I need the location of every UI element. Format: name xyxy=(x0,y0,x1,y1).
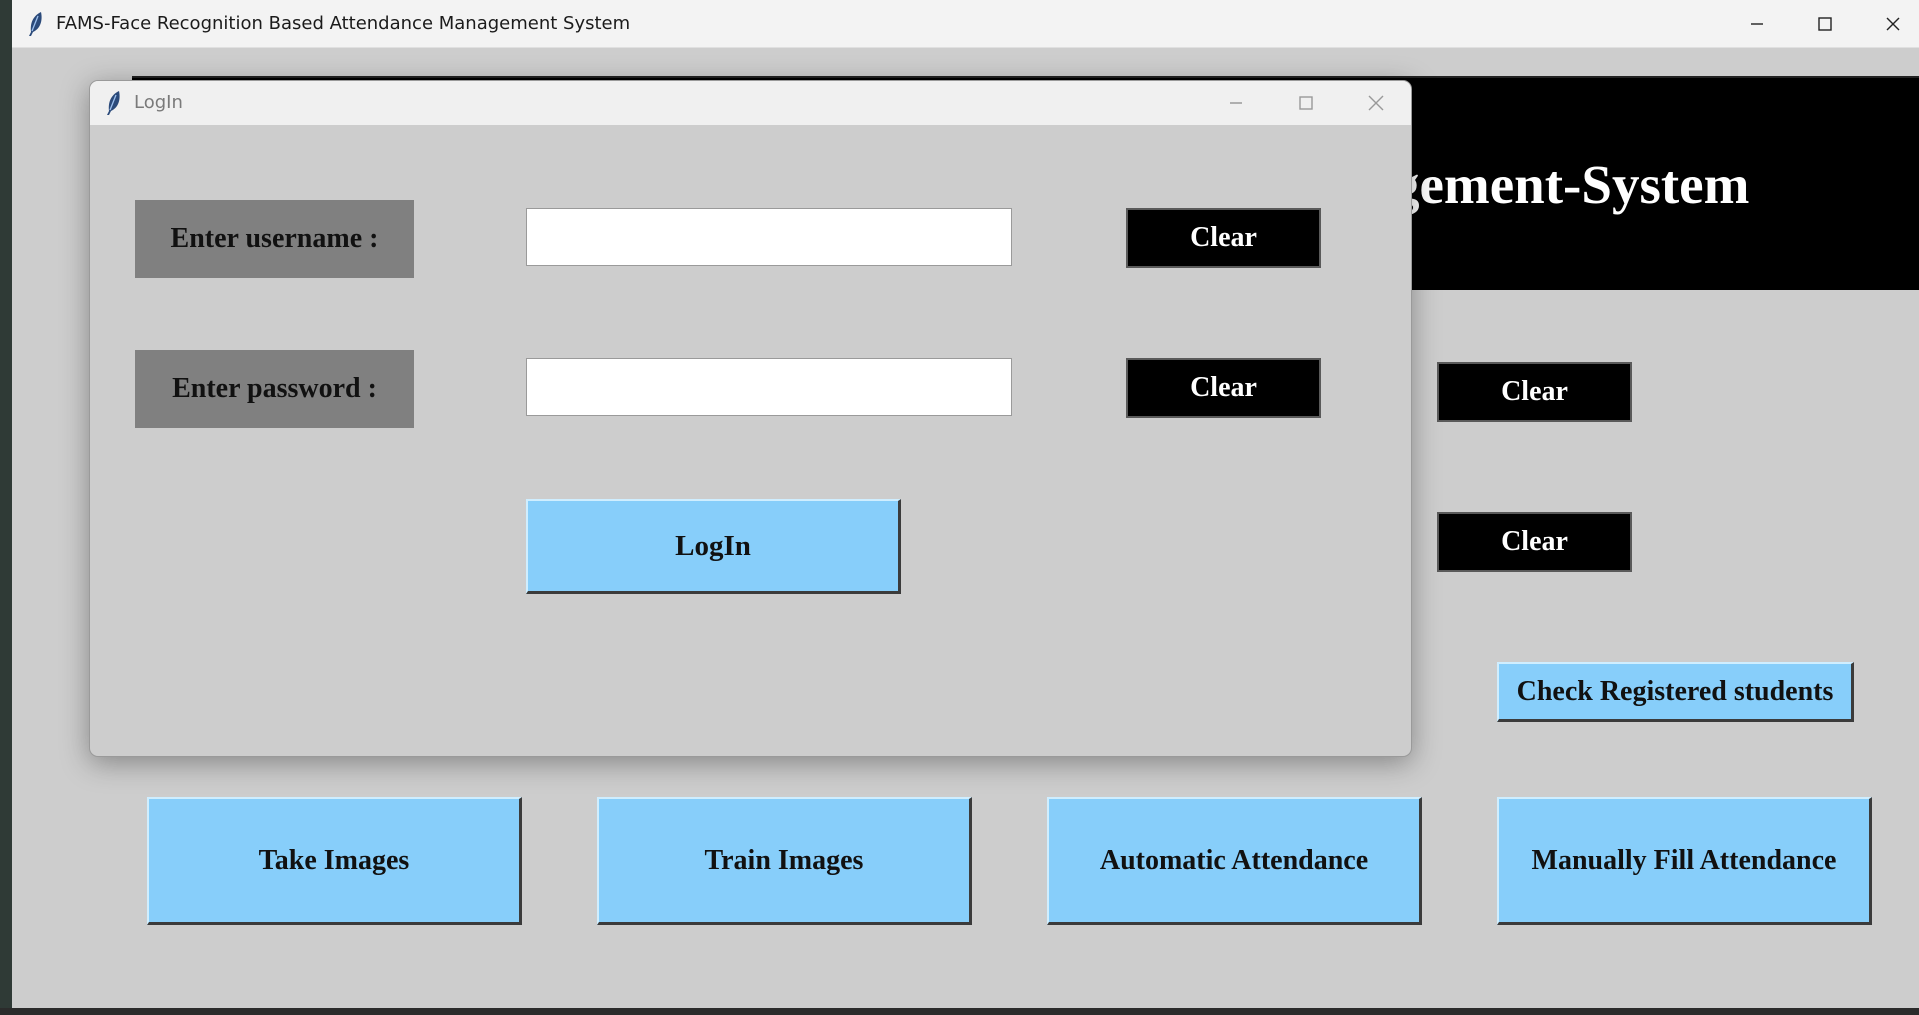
maximize-icon[interactable] xyxy=(1272,81,1340,125)
close-icon[interactable] xyxy=(1859,0,1919,47)
taskbar-edge xyxy=(0,1008,1919,1015)
train-images-button[interactable]: Train Images xyxy=(597,797,972,925)
clear-password-button[interactable]: Clear xyxy=(1126,358,1321,418)
login-dialog-title: LogIn xyxy=(134,92,183,113)
automatic-attendance-button[interactable]: Automatic Attendance xyxy=(1047,797,1422,925)
password-label: Enter password : xyxy=(135,350,414,428)
minimize-icon[interactable] xyxy=(1202,81,1270,125)
feather-icon xyxy=(26,11,46,37)
login-button[interactable]: LogIn xyxy=(526,499,901,594)
clear-button-2[interactable]: Clear xyxy=(1437,512,1632,572)
login-dialog: LogIn Enter username : Clear Enter passw… xyxy=(89,80,1412,757)
username-label: Enter username : xyxy=(135,200,414,278)
main-window-title: FAMS-Face Recognition Based Attendance M… xyxy=(56,13,631,34)
take-images-button[interactable]: Take Images xyxy=(147,797,522,925)
username-input[interactable] xyxy=(526,208,1012,266)
login-titlebar: LogIn xyxy=(90,81,1411,125)
clear-username-button[interactable]: Clear xyxy=(1126,208,1321,268)
banner-title: gement-System xyxy=(1392,154,1750,215)
close-icon[interactable] xyxy=(1342,81,1410,125)
main-titlebar: FAMS-Face Recognition Based Attendance M… xyxy=(12,0,1919,48)
check-registered-students-button[interactable]: Check Registered students xyxy=(1497,662,1854,722)
clear-button-1[interactable]: Clear xyxy=(1437,362,1632,422)
manually-fill-attendance-button[interactable]: Manually Fill Attendance xyxy=(1497,797,1872,925)
feather-icon xyxy=(104,90,124,116)
maximize-icon[interactable] xyxy=(1791,0,1859,47)
minimize-icon[interactable] xyxy=(1723,0,1791,47)
password-input[interactable] xyxy=(526,358,1012,416)
